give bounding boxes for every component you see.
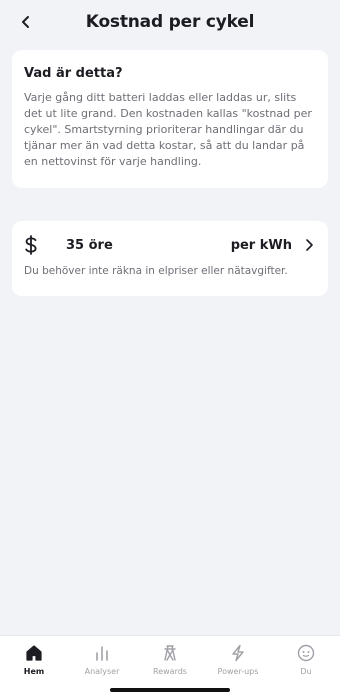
chevron-right-icon	[302, 238, 316, 252]
lightning-icon	[228, 643, 248, 663]
cost-per-cycle-card: 35 öre per kWh Du behöver inte räkna in …	[12, 221, 328, 296]
info-card-body: Varje gång ditt batteri laddas eller lad…	[24, 91, 312, 168]
cost-per-cycle-row[interactable]: 35 öre per kWh	[24, 221, 316, 269]
back-button[interactable]	[14, 10, 38, 34]
page-title: Kostnad per cykel	[85, 12, 255, 32]
info-card: Vad är detta? Varje gång ditt batteri la…	[12, 50, 328, 188]
tab-label: Rewards	[153, 667, 187, 676]
home-icon	[24, 643, 44, 663]
tab-label: Hem	[23, 667, 45, 676]
tab-label: Du	[300, 667, 312, 676]
info-card-title: Vad är detta?	[24, 66, 123, 81]
power-tower-icon	[160, 643, 180, 663]
header: Kostnad per cykel	[0, 0, 340, 44]
tab-label: Power-ups	[217, 667, 259, 676]
cost-value: 35 öre	[66, 237, 113, 253]
cost-unit: per kWh	[230, 237, 292, 253]
tab-hem[interactable]: Hem	[0, 636, 68, 700]
bar-chart-icon	[92, 643, 112, 663]
tab-label: Analyser	[84, 667, 120, 676]
cost-description: Du behöver inte räkna in elpriser eller …	[24, 265, 288, 277]
tab-du[interactable]: Du	[272, 636, 340, 700]
chevron-left-icon	[22, 16, 29, 28]
dollar-icon	[24, 235, 40, 255]
home-indicator	[110, 688, 230, 692]
smiley-icon	[296, 643, 316, 663]
